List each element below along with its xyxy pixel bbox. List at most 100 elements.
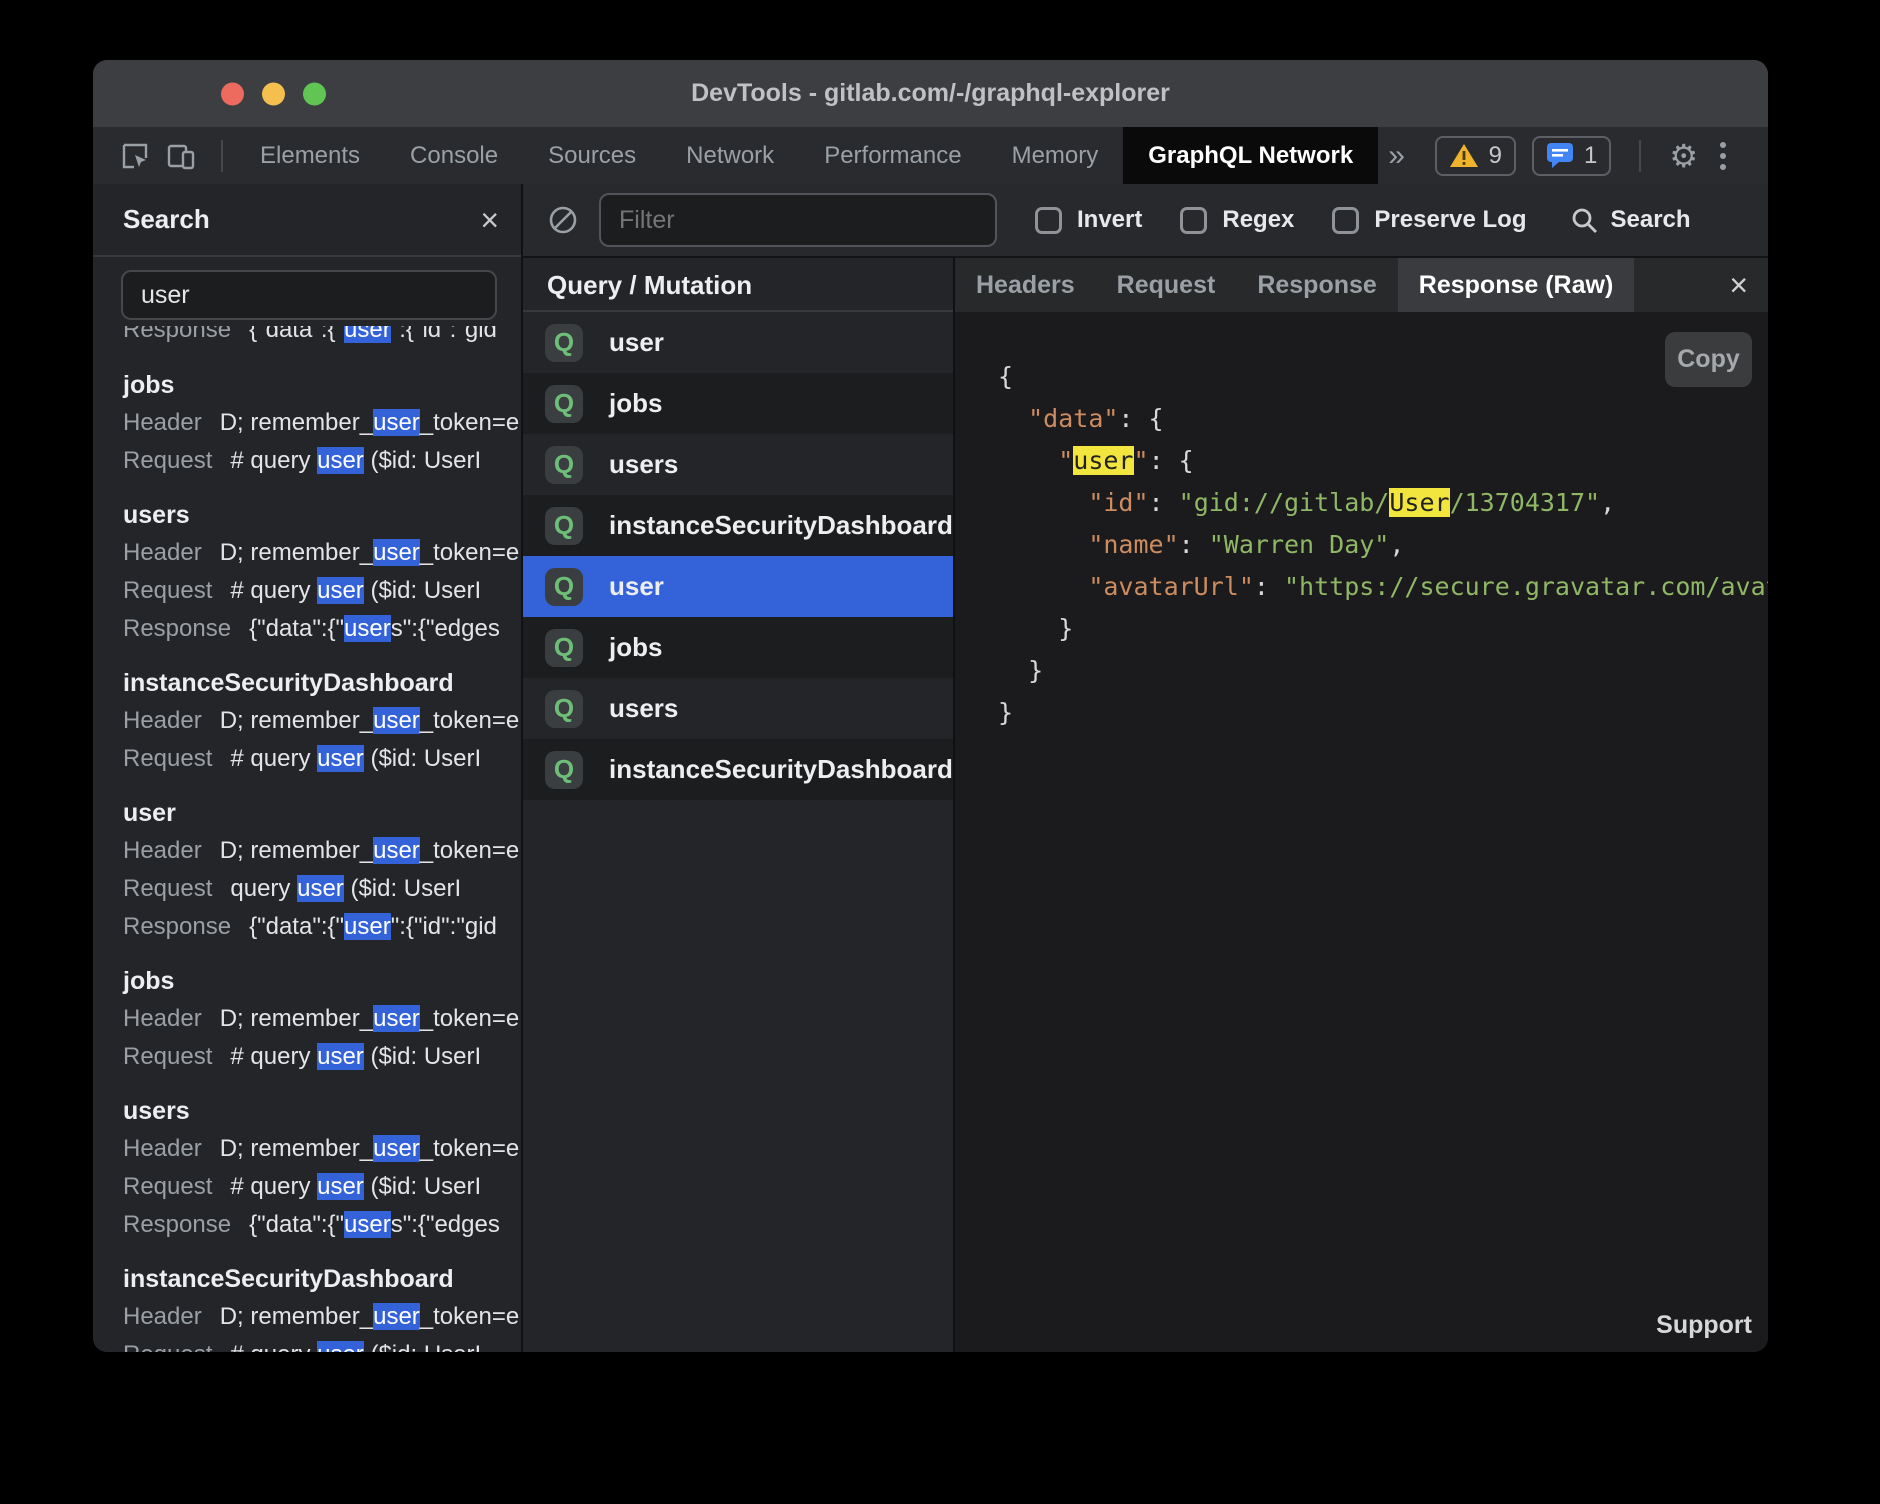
query-item-label: instanceSecurityDashboard xyxy=(609,510,953,541)
query-list-item-jobs[interactable]: Qjobs xyxy=(523,373,953,434)
search-result-group[interactable]: usersHeaderD; remember_user_token=eReque… xyxy=(123,496,521,648)
close-search-icon[interactable]: × xyxy=(480,204,499,236)
controls-separator xyxy=(1639,140,1641,172)
issues-badge[interactable]: 1 xyxy=(1532,136,1611,176)
inspect-element-icon[interactable] xyxy=(117,138,153,174)
query-item-label: jobs xyxy=(609,388,662,419)
search-icon xyxy=(1570,206,1598,234)
support-link[interactable]: Support xyxy=(1656,1311,1752,1340)
checkbox-box-invert[interactable] xyxy=(1035,207,1062,234)
result-line-label: Header xyxy=(123,1005,202,1032)
search-result-line: Response{"data":{"user":{"id":"gid xyxy=(123,908,521,946)
toolbar-checkboxes: Invert Regex Preserve Log xyxy=(997,206,1526,234)
tab-elements[interactable]: Elements xyxy=(235,127,385,184)
tab-graphql-network[interactable]: GraphQL Network xyxy=(1123,127,1378,184)
search-result-line: Response{"data":{"users":{"edges xyxy=(123,1206,521,1244)
search-result-group[interactable]: instanceSecurityDashboardHeaderD; rememb… xyxy=(123,664,521,778)
result-line-value: # query user ($id: UserI xyxy=(230,577,481,604)
split-row: Query / Mutation QuserQjobsQusersQinstan… xyxy=(523,258,1768,1352)
network-toolbar: Invert Regex Preserve Log Search xyxy=(523,184,1768,258)
query-type-badge: Q xyxy=(545,751,583,789)
warning-count: 9 xyxy=(1489,142,1502,170)
search-result-line: HeaderD; remember_user_token=e xyxy=(123,404,521,442)
toolbar-search-button[interactable]: Search xyxy=(1570,206,1690,234)
result-line-value: # query user ($id: UserI xyxy=(230,1173,481,1200)
search-result-line: HeaderD; remember_user_token=e xyxy=(123,534,521,572)
search-input[interactable] xyxy=(121,270,497,320)
result-group-title: user xyxy=(123,794,521,832)
window-title: DevTools - gitlab.com/-/graphql-explorer xyxy=(93,60,1768,127)
tab-performance[interactable]: Performance xyxy=(799,127,986,184)
json-line: { xyxy=(998,356,1768,398)
query-list-item-user[interactable]: Quser xyxy=(523,556,953,617)
minimize-window-button[interactable] xyxy=(262,82,285,105)
traffic-lights xyxy=(221,82,326,105)
search-result-group[interactable]: instanceSecurityDashboardHeaderD; rememb… xyxy=(123,1260,521,1352)
query-item-label: users xyxy=(609,449,678,480)
checkbox-label-preserve-log: Preserve Log xyxy=(1374,206,1526,234)
search-panel: Search × Response{"data":{"user":{"id":"… xyxy=(93,184,523,1352)
search-result-line: HeaderD; remember_user_token=e xyxy=(123,1130,521,1168)
query-list-item-users[interactable]: Qusers xyxy=(523,434,953,495)
query-list-item-users[interactable]: Qusers xyxy=(523,678,953,739)
result-line-label: Response xyxy=(123,326,231,343)
search-results: Response{"data":{"user":{"id":"gidjobsHe… xyxy=(93,326,521,1352)
kebab-menu-icon[interactable] xyxy=(1714,142,1732,170)
search-result-line: Request# query user ($id: UserI xyxy=(123,1336,521,1352)
zoom-window-button[interactable] xyxy=(303,82,326,105)
checkbox-box-regex[interactable] xyxy=(1180,207,1207,234)
query-list-item-jobs[interactable]: Qjobs xyxy=(523,617,953,678)
response-tab-headers[interactable]: Headers xyxy=(955,258,1096,312)
query-list-item-instancesecuritydashboard[interactable]: QinstanceSecurityDashboard xyxy=(523,495,953,556)
warning-triangle-icon xyxy=(1449,142,1479,169)
query-item-label: user xyxy=(609,571,664,602)
json-line: } xyxy=(998,650,1768,692)
query-list-item-instancesecuritydashboard[interactable]: QinstanceSecurityDashboard xyxy=(523,739,953,800)
more-tabs-chevron-icon[interactable]: » xyxy=(1388,139,1405,173)
query-type-badge: Q xyxy=(545,568,583,606)
query-item-label: user xyxy=(609,327,664,358)
copy-button[interactable]: Copy xyxy=(1665,332,1752,387)
tab-sources[interactable]: Sources xyxy=(523,127,661,184)
tab-network[interactable]: Network xyxy=(661,127,799,184)
query-list-header: Query / Mutation xyxy=(523,258,953,312)
result-line-value: D; remember_user_token=e xyxy=(220,1303,519,1330)
result-line-label: Request xyxy=(123,745,212,772)
panel-tabs: ElementsConsoleSourcesNetworkPerformance… xyxy=(235,127,1378,184)
result-line-label: Request xyxy=(123,577,212,604)
search-result-group[interactable]: userHeaderD; remember_user_token=eReques… xyxy=(123,794,521,946)
search-result-group[interactable]: jobsHeaderD; remember_user_token=eReques… xyxy=(123,962,521,1076)
tabbar-controls: 9 1 ⚙ xyxy=(1435,136,1768,176)
settings-gear-icon[interactable]: ⚙ xyxy=(1669,140,1698,172)
close-window-button[interactable] xyxy=(221,82,244,105)
checkbox-box-preserve-log[interactable] xyxy=(1332,207,1359,234)
checkbox-invert[interactable]: Invert xyxy=(1035,206,1142,234)
result-line-value: {"data":{"user":{"id":"gid xyxy=(249,913,497,940)
search-result-line: HeaderD; remember_user_token=e xyxy=(123,1298,521,1336)
json-line: "name": "Warren Day", xyxy=(998,524,1768,566)
close-details-icon[interactable]: × xyxy=(1729,269,1748,301)
search-result-group[interactable]: jobsHeaderD; remember_user_token=eReques… xyxy=(123,366,521,480)
json-view: { "data": { "user": { "id": "gid://gitla… xyxy=(998,356,1768,734)
search-result-line: Request# query user ($id: UserI xyxy=(123,1038,521,1076)
query-list-item-user[interactable]: Quser xyxy=(523,312,953,373)
result-group-title: jobs xyxy=(123,366,521,404)
search-result-group[interactable]: usersHeaderD; remember_user_token=eReque… xyxy=(123,1092,521,1244)
search-result-line: Response{"data":{"user":{"id":"gid xyxy=(123,326,521,349)
query-item-label: instanceSecurityDashboard xyxy=(609,754,953,785)
checkbox-preserve-log[interactable]: Preserve Log xyxy=(1332,206,1526,234)
result-group-title: users xyxy=(123,1092,521,1130)
result-line-value: D; remember_user_token=e xyxy=(220,1135,519,1162)
search-result-line: HeaderD; remember_user_token=e xyxy=(123,832,521,870)
response-tab-response-raw[interactable]: Response (Raw) xyxy=(1398,258,1634,312)
response-tab-response[interactable]: Response xyxy=(1236,258,1397,312)
device-toolbar-icon[interactable] xyxy=(163,138,199,174)
checkbox-regex[interactable]: Regex xyxy=(1180,206,1294,234)
response-tab-request[interactable]: Request xyxy=(1096,258,1237,312)
title-bar: DevTools - gitlab.com/-/graphql-explorer xyxy=(93,60,1768,127)
tab-console[interactable]: Console xyxy=(385,127,523,184)
filter-input[interactable] xyxy=(599,193,997,247)
clear-icon[interactable] xyxy=(547,204,579,236)
tab-memory[interactable]: Memory xyxy=(987,127,1124,184)
warnings-badge[interactable]: 9 xyxy=(1435,136,1516,176)
